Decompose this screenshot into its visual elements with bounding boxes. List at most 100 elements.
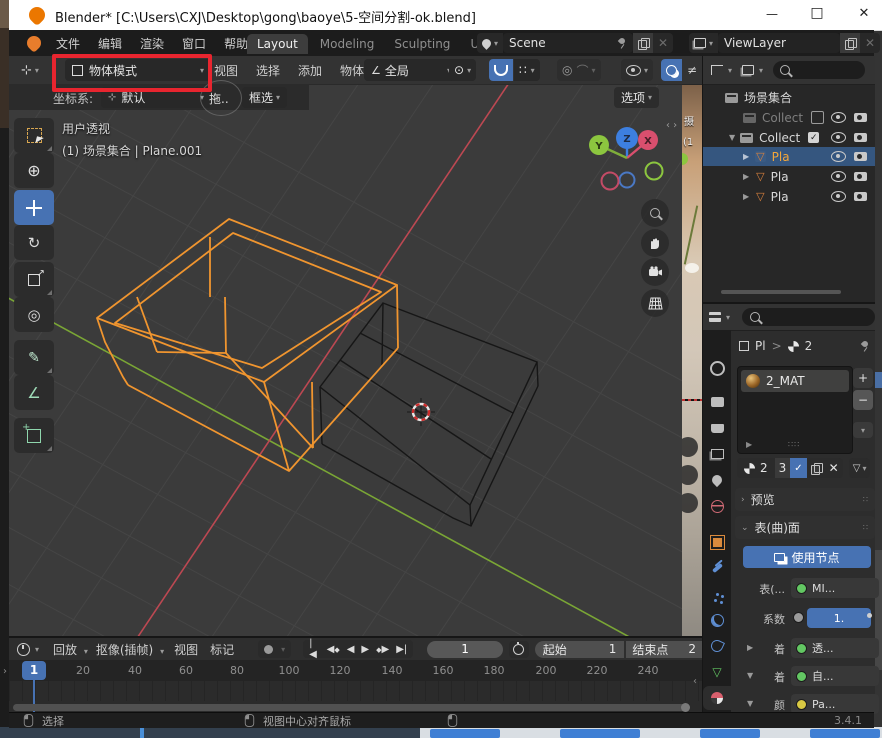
next-keyframe-button[interactable]: ◆▶ [373,644,392,655]
collection-checkbox-unchecked[interactable] [811,111,824,124]
region-expand-arrow[interactable]: › [3,666,7,677]
viewport-pan-button[interactable] [641,229,669,257]
viewlayer-remove-button[interactable]: ✕ [860,33,880,53]
viewport-perspective-toggle-button[interactable] [641,289,669,317]
current-frame-field[interactable]: 1 [427,641,503,658]
material-browse-button[interactable]: 2 [737,458,775,478]
expand-triangle-icon[interactable]: ▶ [743,192,749,201]
use-nodes-button[interactable]: 使用节点 [743,546,871,568]
shader2-dropdown[interactable]: 自... [791,666,879,686]
workspace-tab-layout[interactable]: Layout [247,34,308,54]
frame-start-field[interactable]: 起始 1 [535,641,625,658]
render-camera-icon[interactable] [854,172,867,181]
scene-unlink-button[interactable]: ✕ [653,33,673,53]
maximize-button[interactable]: □ [802,5,832,21]
options-dropdown[interactable]: 选项 ▾ [614,87,659,108]
play-button[interactable]: ▶ [358,644,372,655]
box-select-dropdown[interactable]: 框选 ▾ [242,87,287,108]
workspace-tab-sculpting[interactable]: Sculpting [386,34,458,54]
strip-nav-button3[interactable] [682,493,698,513]
surface-shader-dropdown[interactable]: MI... [791,578,879,598]
slot-list-grip[interactable]: ∷∷ [788,440,800,449]
close-button[interactable]: ✕ [849,6,879,21]
material-users-button[interactable]: 3 [775,458,791,478]
jump-to-end-button[interactable]: ▶| [393,644,410,655]
prev-keyframe-button[interactable]: ◀◆ [324,644,343,655]
breadcrumb-object[interactable]: Pl [755,339,766,353]
menu-viewport-add[interactable]: 添加 [289,62,331,79]
panel-surface-header[interactable]: ⌄ 表(曲)面 ∷ [735,516,875,539]
color-dropdown[interactable]: Pa... [791,694,879,714]
tab-scene[interactable] [703,468,731,492]
render-camera-icon[interactable] [854,192,867,201]
scene-new-copy-button[interactable] [633,33,653,53]
panel-preview-header[interactable]: › 预览 ∷ [735,488,875,511]
hide-eye-icon[interactable] [831,191,846,202]
outliner-row-collection[interactable]: ▼ Collect ✓ [703,128,875,147]
scrollbar-zoom-handle[interactable] [681,703,690,712]
outliner-filter-dropdown[interactable]: ▾ [742,65,763,75]
tool-scale[interactable]: ↗ [14,262,54,297]
factor-slider[interactable]: 1. [807,608,871,628]
blender-menu-icon[interactable] [24,33,44,53]
outliner-row-plane3[interactable]: ▶ ▽ Pla [703,187,875,206]
collection-checkbox-checked[interactable]: ✓ [808,132,819,143]
snap-toggle-button[interactable] [489,59,513,81]
hide-eye-icon[interactable] [831,112,846,123]
outliner-row-scene-collection[interactable]: 场景集合 [703,88,875,107]
minimize-button[interactable]: — [757,7,787,21]
pivot-point-dropdown[interactable]: ⊙▾ [449,59,476,81]
menu-file[interactable]: 文件 [47,35,89,52]
scene-name-field[interactable]: Scene [503,33,633,53]
tab-object[interactable] [703,530,731,554]
menu-keying[interactable]: 抠像(插帧) ▾ [92,641,168,658]
scene-browse-button[interactable]: ▾ [477,33,503,53]
slot-list-expand-icon[interactable]: ▶ [746,440,752,449]
viewlayer-name-field[interactable]: ViewLayer [718,33,840,53]
material-link-specials-dropdown[interactable]: ▽▾ [849,458,871,478]
outliner-display-mode-dropdown[interactable]: ▾ [711,65,732,75]
material-unlink-button[interactable]: ✕ [825,458,843,478]
outliner-hscrollbar[interactable] [721,290,841,294]
timeline-tracks[interactable] [9,681,702,701]
menu-playback[interactable]: 回放 ▾ [49,641,92,658]
render-camera-icon[interactable] [854,133,867,142]
timeline-hscrollbar[interactable] [13,704,689,711]
animate-dot-icon[interactable] [867,613,872,618]
hide-eye-icon[interactable] [831,171,846,182]
panel-grip[interactable]: ∷ [863,523,869,532]
narrow-editor-header[interactable]: ≠ [682,56,702,85]
tab-world[interactable] [703,494,731,518]
tool-transform[interactable]: ◎ [14,297,54,332]
transform-orientation-dropdown[interactable]: ∠ 全局 ▾ [364,59,458,81]
tab-tool[interactable] [703,356,731,380]
viewlayer-browse-button[interactable]: ▾ [689,33,718,53]
tool-move[interactable] [14,190,54,225]
outliner-row-collection-excluded[interactable]: Collect [703,108,875,127]
render-camera-icon[interactable] [854,113,867,122]
properties-search-field[interactable] [742,308,875,326]
shader1-dropdown[interactable]: 透... [791,638,879,658]
hide-eye-icon[interactable] [831,132,846,143]
viewport-camera-view-button[interactable] [641,258,669,286]
outliner-search-field[interactable] [773,61,865,79]
pin-icon[interactable] [617,37,627,49]
material-copy-button[interactable] [807,458,825,478]
breadcrumb-material[interactable]: 2 [805,339,813,353]
region-corner-arrows[interactable]: ‹ › [666,120,677,131]
timeline-editor-type-button[interactable]: ▾ [17,643,39,656]
outliner-row-plane-active[interactable]: ▶ ▽ Pla [703,147,875,166]
auto-keying-record-button[interactable]: ▾ [258,640,291,658]
render-camera-icon[interactable] [854,152,867,161]
material-slot-item-selected[interactable]: 2_MAT [741,370,849,392]
panel-grip[interactable]: ∷ [863,495,869,504]
slot-add-button[interactable]: + [853,368,873,388]
menu-edit[interactable]: 编辑 [89,35,131,52]
gizmos-dropdown[interactable]: ▾ [621,59,653,81]
tool-measure[interactable]: ∠ [14,375,54,410]
tab-render[interactable] [703,390,731,414]
pin-icon[interactable] [860,340,870,352]
gizmo-z-neg[interactable] [620,173,635,188]
workspace-tab-modeling[interactable]: Modeling [312,34,383,54]
slot-specials-dropdown[interactable]: ▾ [853,422,873,438]
